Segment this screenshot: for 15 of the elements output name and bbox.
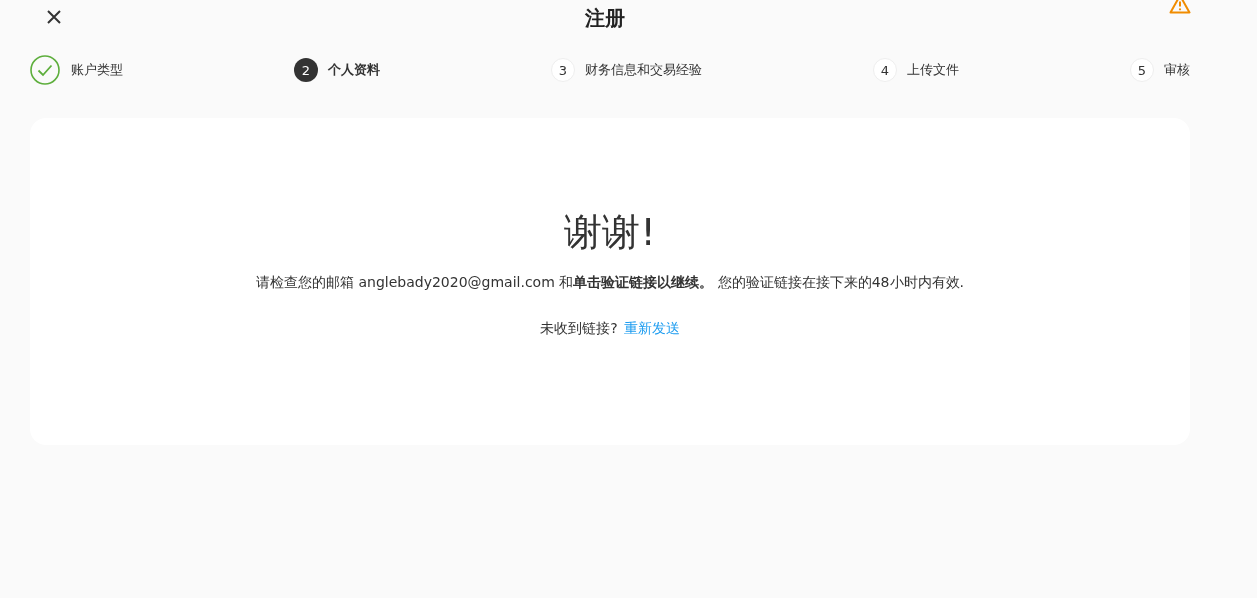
page-title: 注册	[585, 4, 625, 32]
step-number: 3	[551, 58, 575, 82]
step-label: 上传文件	[907, 61, 959, 79]
step-number: 5	[1130, 58, 1154, 82]
verification-message: 请检查您的邮箱 anglebady2020@gmail.com 和单击验证链接以继续。 您的验证链接在接下来的48小时内有效.	[256, 274, 964, 292]
resend-link[interactable]: 重新发送	[623, 320, 680, 338]
step-number: 4	[873, 58, 897, 82]
step-label: 账户类型	[71, 61, 123, 79]
step-label: 审核	[1164, 61, 1190, 79]
step-label: 财务信息和交易经验	[585, 61, 702, 79]
resend-prompt: 未收到链接?	[540, 320, 618, 338]
close-button[interactable]	[45, 8, 63, 26]
step-label: 个人资料	[328, 61, 380, 79]
step-number: 2	[294, 58, 318, 82]
thanks-heading: 谢谢!	[564, 209, 656, 256]
